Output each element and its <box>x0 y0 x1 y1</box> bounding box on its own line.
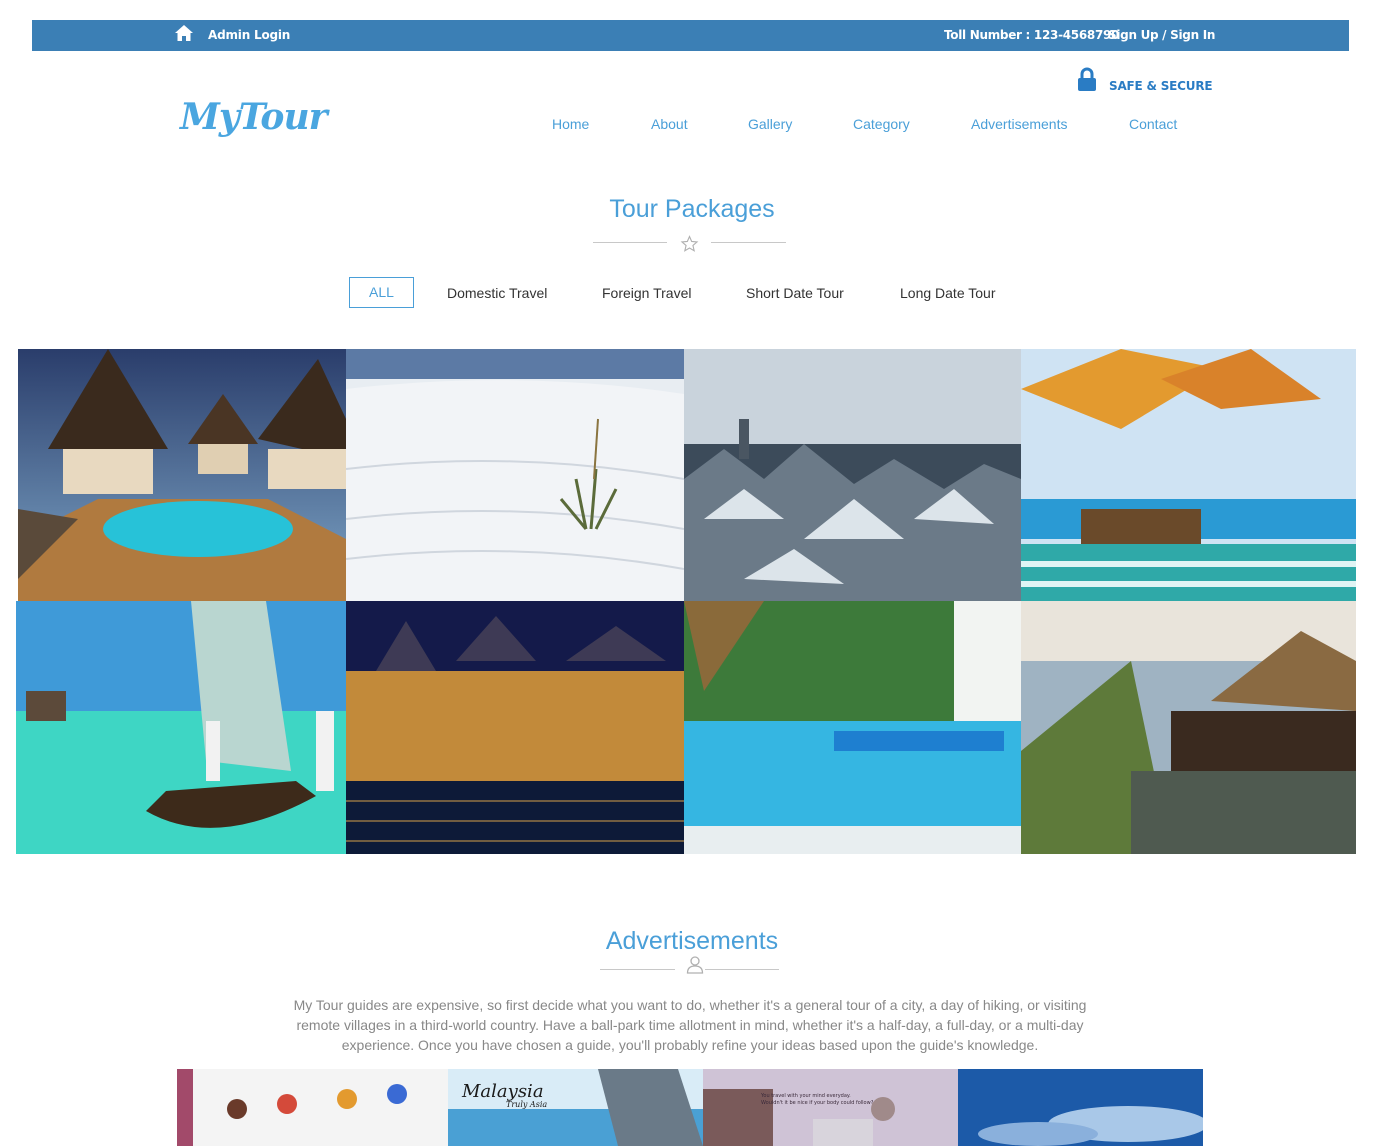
gallery-image-white-sand-dunes[interactable] <box>346 349 684 601</box>
gallery-image-sailboat-lagoon[interactable] <box>16 601 346 854</box>
package-filters: ALL Domestic Travel Foreign Travel Short… <box>0 277 1384 308</box>
ads-divider-right <box>705 969 779 970</box>
toll-number: Toll Number : 123-4568790 <box>944 28 1120 42</box>
gallery-image-cliffside-restaurant[interactable] <box>1021 601 1356 854</box>
filter-long-date-tour[interactable]: Long Date Tour <box>900 285 995 301</box>
gallery-image-snowy-rooftops[interactable] <box>684 349 1021 601</box>
nav-category[interactable]: Category <box>853 116 910 132</box>
nav-advertisements[interactable]: Advertisements <box>971 116 1067 132</box>
nav-contact[interactable]: Contact <box>1129 116 1177 132</box>
nav-about[interactable]: About <box>651 116 688 132</box>
nav-home[interactable]: Home <box>552 116 589 132</box>
advertisements-title: Advertisements <box>605 927 779 955</box>
star-icon <box>680 235 699 252</box>
gallery-image-overwater-villas[interactable] <box>18 349 346 601</box>
filter-foreign-travel[interactable]: Foreign Travel <box>602 285 691 301</box>
filter-all[interactable]: ALL <box>349 277 414 308</box>
main-nav: Home About Gallery Category Advertisemen… <box>0 116 1384 136</box>
gallery-image-poolside-umbrellas[interactable] <box>1021 349 1356 601</box>
signup-signin-link[interactable]: Sign Up / Sign In <box>1108 28 1215 42</box>
user-icon <box>686 956 704 974</box>
lock-icon <box>1078 67 1096 91</box>
gallery-image-illuminated-palace[interactable] <box>346 601 684 854</box>
title-divider-left <box>593 242 667 243</box>
ad-image-malaysia[interactable]: Malaysia Truly Asia <box>448 1069 703 1146</box>
ad-image-blue-sky[interactable] <box>958 1069 1203 1146</box>
ad-caption-travel-2: Wouldn't it be nice if your body could f… <box>761 1100 874 1106</box>
filter-short-date-tour[interactable]: Short Date Tour <box>746 285 844 301</box>
ads-description: My Tour guides are expensive, so first d… <box>293 997 1087 1053</box>
home-icon[interactable] <box>174 24 194 42</box>
ad-image-group-jumping[interactable] <box>177 1069 448 1146</box>
filter-domestic-travel[interactable]: Domestic Travel <box>447 285 547 301</box>
gallery-image-resort-pool[interactable] <box>684 601 1021 854</box>
tour-packages-title: Tour Packages <box>609 195 775 223</box>
ad-caption-truly-asia: Truly Asia <box>506 1100 547 1109</box>
ads-divider-left <box>600 969 675 970</box>
ad-caption-travel-1: You travel with your mind everyday. <box>760 1093 851 1099</box>
ad-image-venice[interactable]: You travel with your mind everyday. Woul… <box>703 1069 958 1146</box>
nav-gallery[interactable]: Gallery <box>748 116 792 132</box>
admin-login-link[interactable]: Admin Login <box>208 28 290 42</box>
top-bar: Admin Login Toll Number : 123-4568790 Si… <box>32 20 1349 51</box>
ad-caption-malaysia: Malaysia <box>461 1081 544 1102</box>
safe-secure-label: SAFE & SECURE <box>1109 79 1213 93</box>
title-divider-right <box>711 242 786 243</box>
